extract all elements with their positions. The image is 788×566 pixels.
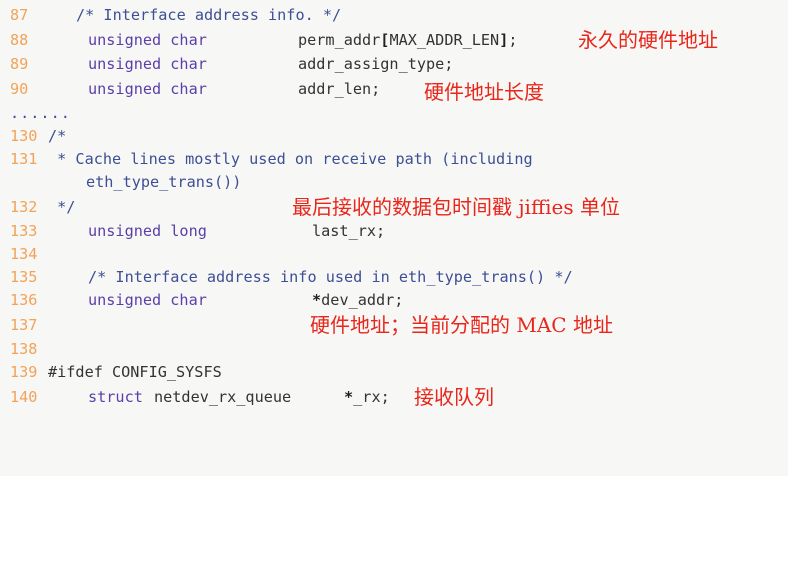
line-number: 89: [10, 55, 29, 73]
line-number: 134: [10, 245, 38, 263]
code-line: ......: [0, 102, 788, 125]
pointer-star: *: [312, 291, 322, 309]
pointer-star: *: [344, 388, 354, 406]
field-name: last_rx;: [312, 222, 386, 240]
code-line: 130 /*: [0, 125, 788, 148]
line-number: 130: [10, 127, 38, 145]
line-number: 135: [10, 268, 38, 286]
code-line: 131 * Cache lines mostly used on receive…: [0, 148, 788, 171]
line-number: 132: [10, 198, 38, 216]
field-declaration: *dev_addr;: [312, 289, 403, 312]
code-comment: /* Interface address info used in eth_ty…: [88, 268, 573, 286]
line-number: 131: [10, 150, 38, 168]
annotation-text: 硬件地址；当前分配的 MAC 地址: [310, 313, 613, 337]
code-line: 89 unsigned char addr_assign_type;: [0, 53, 788, 76]
type-keyword: struct: [88, 388, 143, 406]
type-keyword: unsigned char: [88, 31, 207, 49]
code-line: 134: [0, 243, 788, 266]
annotation-text: 最后接收的数据包时间戳 jiffies 单位: [292, 195, 621, 219]
code-line: 137 硬件地址；当前分配的 MAC 地址: [0, 312, 788, 338]
line-number: 138: [10, 340, 38, 358]
type-keyword: unsigned char: [88, 80, 207, 98]
ellipsis: ......: [10, 104, 71, 122]
code-line: 88 unsigned char perm_addr[MAX_ADDR_LEN]…: [0, 27, 788, 53]
code-listing: 87 /* Interface address info. */ 88 unsi…: [0, 0, 788, 476]
field-name: perm_addr: [298, 31, 381, 49]
field-declaration: perm_addr[MAX_ADDR_LEN];: [298, 27, 518, 53]
semicolon: ;: [508, 31, 518, 49]
type-name: netdev_rx_queue: [154, 388, 292, 406]
code-comment: */: [48, 198, 76, 216]
code-comment: * Cache lines mostly used on receive pat…: [48, 150, 533, 168]
code-line: 132 */ 最后接收的数据包时间戳 jiffies 单位: [0, 194, 788, 220]
code-comment: eth_type_trans()): [86, 173, 242, 191]
type-keyword: unsigned long: [88, 222, 207, 240]
line-number: 137: [10, 316, 38, 334]
field-name: addr_assign_type;: [298, 55, 454, 73]
code-comment: /* Interface address info. */: [76, 6, 342, 24]
field-name: dev_addr;: [321, 291, 404, 309]
annotation-text: 永久的硬件地址: [578, 28, 718, 52]
code-line: 135 /* Interface address info used in et…: [0, 266, 788, 289]
line-number: 136: [10, 291, 38, 309]
bracket-close: ]: [499, 31, 509, 49]
annotation-text: 接收队列: [414, 385, 494, 409]
code-comment: /*: [48, 127, 67, 145]
line-number: 133: [10, 222, 38, 240]
line-number: 87: [10, 6, 29, 24]
array-size: MAX_ADDR_LEN: [389, 31, 500, 49]
line-number: 139: [10, 363, 38, 381]
code-line: eth_type_trans()): [0, 171, 788, 194]
code-line: 138: [0, 338, 788, 361]
field-declaration: *_rx;: [344, 384, 390, 410]
line-number: 140: [10, 388, 38, 406]
field-name: addr_len;: [298, 80, 381, 98]
type-keyword: unsigned char: [88, 291, 207, 309]
code-line: 140 struct netdev_rx_queue *_rx; 接收队列: [0, 384, 788, 410]
code-line: 133 unsigned long last_rx;: [0, 220, 788, 243]
code-line: 87 /* Interface address info. */: [0, 4, 788, 27]
code-line: 90 unsigned char addr_len; 硬件地址长度: [0, 76, 788, 104]
line-number: 88: [10, 31, 29, 49]
code-line: 136 unsigned char *dev_addr;: [0, 289, 788, 312]
field-name: _rx;: [353, 388, 390, 406]
preprocessor-directive: #ifdef CONFIG_SYSFS: [48, 363, 222, 381]
line-number: 90: [10, 80, 29, 98]
code-line: 139 #ifdef CONFIG_SYSFS: [0, 361, 788, 384]
type-keyword: unsigned char: [88, 55, 207, 73]
